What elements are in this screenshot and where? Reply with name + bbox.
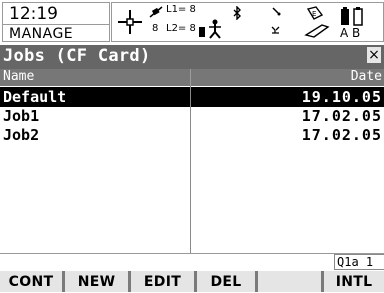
- sat-l1-count: L1= 8: [166, 4, 196, 15]
- window-title-bar: Jobs (CF Card) ×: [0, 45, 384, 69]
- sat-total: 8: [152, 23, 159, 34]
- close-icon[interactable]: ×: [367, 47, 381, 63]
- intl-button[interactable]: INTL: [324, 271, 384, 292]
- position-icon: [118, 10, 142, 34]
- table-header: Name Date: [0, 69, 384, 86]
- job-name: Default: [3, 88, 67, 106]
- antenna-icon: [199, 19, 221, 39]
- clock-panel: 12:19 MANAGE: [2, 2, 110, 42]
- mode-label: MANAGE: [9, 26, 74, 42]
- radio-link-icon: [271, 7, 281, 34]
- jobs-list: Default 19.10.05 Job1 17.02.05 Job2 17.0…: [0, 86, 384, 253]
- satellite-icon: [149, 6, 163, 18]
- list-bottom-border: [0, 253, 384, 254]
- job-name: Job1: [3, 107, 40, 125]
- svg-text:E: E: [312, 10, 316, 18]
- del-button[interactable]: DEL: [197, 271, 255, 292]
- new-button[interactable]: NEW: [65, 271, 128, 292]
- column-header-date[interactable]: Date: [351, 69, 382, 84]
- input-mode-indicator: Q1a 1: [334, 254, 384, 270]
- job-date: 17.02.05: [301, 126, 382, 144]
- job-name: Job2: [3, 126, 40, 144]
- table-row[interactable]: Job2 17.02.05: [0, 125, 384, 145]
- clock-divider: [3, 24, 109, 25]
- table-row[interactable]: Job1 17.02.05: [0, 106, 384, 126]
- list-column-divider: [190, 86, 191, 253]
- table-row[interactable]: Default 19.10.05: [0, 87, 384, 107]
- status-icons-panel: L1= 8 8 L2= 8 E A B: [111, 2, 384, 42]
- window-title: Jobs (CF Card): [3, 46, 151, 66]
- bluetooth-icon: [233, 6, 241, 20]
- sat-l2-count: L2= 8: [166, 23, 196, 34]
- edit-button[interactable]: EDIT: [131, 271, 194, 292]
- column-divider: [190, 69, 191, 86]
- function-key-bar: CONT NEW EDIT DEL INTL: [0, 271, 384, 292]
- card-icon: E: [304, 6, 330, 38]
- battery-labels: A B: [340, 26, 361, 40]
- column-header-name[interactable]: Name: [3, 69, 34, 84]
- cont-button[interactable]: CONT: [0, 271, 62, 292]
- clock: 12:19: [9, 4, 58, 24]
- job-date: 19.10.05: [301, 88, 382, 106]
- job-date: 17.02.05: [301, 107, 382, 125]
- f5-button[interactable]: [258, 271, 321, 292]
- status-bar: 12:19 MANAGE L1= 8 8 L2= 8 E A B: [0, 0, 384, 45]
